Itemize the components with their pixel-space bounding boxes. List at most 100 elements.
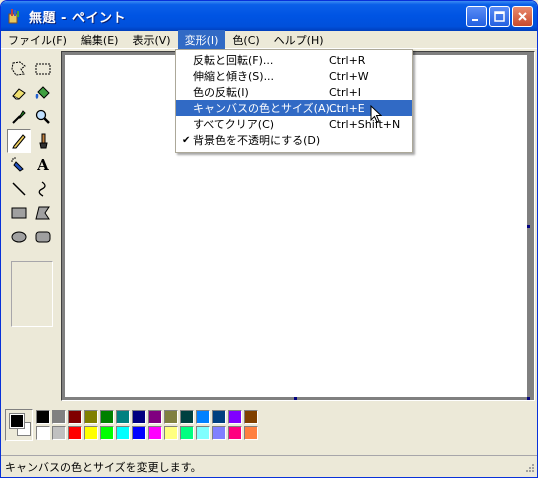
rect-select-tool[interactable] — [31, 57, 55, 81]
palette-swatch[interactable] — [148, 426, 162, 440]
menu-item-stretch-skew[interactable]: 伸縮と傾き(S)... Ctrl+W — [176, 68, 412, 84]
rectangle-tool[interactable] — [7, 201, 31, 225]
palette-swatch[interactable] — [212, 410, 226, 424]
pencil-icon — [12, 134, 26, 149]
pencil-tool[interactable] — [7, 129, 31, 153]
menu-item-label: 色の反転(I) — [193, 86, 249, 99]
palette-swatch[interactable] — [148, 410, 162, 424]
menu-image[interactable]: 変形(I) — [177, 29, 226, 50]
palette-swatch[interactable] — [84, 410, 98, 424]
free-select-tool[interactable] — [7, 57, 31, 81]
rect-select-icon — [35, 63, 51, 75]
palette-swatch[interactable] — [116, 410, 130, 424]
palette-swatch[interactable] — [52, 426, 66, 440]
menu-item-label: キャンバスの色とサイズ(A)... — [193, 102, 341, 115]
color-palette — [1, 405, 537, 453]
title-bar[interactable]: 無題 - ペイント — [1, 1, 537, 31]
palette-swatch[interactable] — [164, 426, 178, 440]
palette-swatch[interactable] — [84, 426, 98, 440]
palette-swatch[interactable] — [100, 426, 114, 440]
brush-icon — [39, 133, 48, 149]
curve-icon — [38, 181, 46, 197]
menu-item-label: 伸縮と傾き(S)... — [193, 70, 275, 83]
menu-item-label: すべてクリア(C) — [193, 118, 275, 131]
menu-colors[interactable]: 色(C) — [225, 30, 266, 50]
rounded-rect-tool[interactable] — [31, 225, 55, 249]
palette-swatch[interactable] — [228, 410, 242, 424]
resize-handle-bottom[interactable] — [294, 397, 297, 400]
menu-help[interactable]: ヘルプ(H) — [267, 30, 331, 50]
polygon-tool[interactable] — [31, 201, 55, 225]
free-select-icon — [11, 61, 26, 76]
foreground-color[interactable] — [9, 413, 25, 429]
palette-swatch[interactable] — [52, 410, 66, 424]
rectangle-icon — [11, 207, 27, 219]
palette-swatch[interactable] — [228, 426, 242, 440]
resize-handle-corner[interactable] — [527, 397, 530, 400]
resize-handle-right[interactable] — [527, 225, 530, 228]
minimize-icon — [472, 19, 478, 21]
palette-swatch[interactable] — [100, 410, 114, 424]
palette-swatch[interactable] — [244, 410, 258, 424]
line-icon — [12, 182, 26, 196]
close-button[interactable] — [512, 6, 533, 27]
color-picker-icon — [12, 110, 26, 124]
palette-swatch[interactable] — [244, 426, 258, 440]
line-tool[interactable] — [7, 177, 31, 201]
paint-app-icon — [8, 9, 19, 24]
palette-swatch[interactable] — [196, 410, 210, 424]
resize-grip-icon[interactable] — [523, 463, 535, 475]
palette-swatch[interactable] — [132, 410, 146, 424]
curve-tool[interactable] — [31, 177, 55, 201]
window-title: 無題 - ペイント — [29, 10, 126, 26]
maximize-button[interactable] — [489, 6, 510, 27]
palette-swatch[interactable] — [212, 426, 226, 440]
eraser-tool[interactable] — [7, 81, 31, 105]
maximize-icon — [494, 11, 505, 22]
palette-swatch[interactable] — [116, 426, 130, 440]
magnifier-tool[interactable] — [31, 105, 55, 129]
airbrush-tool[interactable] — [7, 153, 31, 177]
ellipse-icon — [11, 231, 27, 243]
paint-window: 無題 - ペイント ファイル(F) 編集(E) 表示(V) 変形(I) 色(C)… — [0, 0, 538, 478]
menu-item-shortcut: Ctrl+Shift+N — [329, 117, 401, 131]
menu-bar: ファイル(F) 編集(E) 表示(V) 変形(I) 色(C) ヘルプ(H) — [1, 29, 537, 50]
check-icon: ✔ — [182, 134, 191, 146]
ellipse-tool[interactable] — [7, 225, 31, 249]
palette-swatch[interactable] — [164, 410, 178, 424]
palette-swatch[interactable] — [68, 410, 82, 424]
menu-item-flip-rotate[interactable]: 反転と回転(F)... Ctrl+R — [176, 52, 412, 68]
tool-options-panel[interactable] — [11, 261, 53, 327]
palette-swatch[interactable] — [36, 410, 50, 424]
menu-edit[interactable]: 編集(E) — [74, 30, 126, 50]
current-colors[interactable] — [5, 409, 33, 441]
palette-swatch[interactable] — [68, 426, 82, 440]
color-picker-tool[interactable] — [7, 105, 31, 129]
mouse-cursor-icon — [370, 105, 382, 123]
menu-item-shortcut: Ctrl+E — [329, 101, 365, 115]
airbrush-icon — [11, 157, 24, 172]
palette-swatch[interactable] — [36, 426, 50, 440]
status-text: キャンバスの色とサイズを変更します。 — [5, 460, 202, 474]
minimize-button[interactable] — [466, 6, 487, 27]
status-bar: キャンバスの色とサイズを変更します。 — [1, 455, 537, 477]
close-icon — [518, 12, 527, 21]
palette-swatch[interactable] — [132, 426, 146, 440]
eraser-icon — [12, 88, 26, 100]
menu-item-draw-opaque[interactable]: ✔ 背景色を不透明にする(D) — [176, 132, 412, 148]
palette-swatch[interactable] — [196, 426, 210, 440]
rounded-rect-icon — [35, 231, 51, 243]
polygon-icon — [35, 206, 50, 220]
menu-item-shortcut: Ctrl+R — [329, 53, 366, 67]
menu-item-invert-colors[interactable]: 色の反転(I) Ctrl+I — [176, 84, 412, 100]
fill-tool[interactable] — [31, 81, 55, 105]
menu-file[interactable]: ファイル(F) — [1, 30, 74, 50]
image-menu-dropdown: 反転と回転(F)... Ctrl+R 伸縮と傾き(S)... Ctrl+W 色の… — [175, 49, 413, 153]
palette-swatch[interactable] — [180, 426, 194, 440]
palette-swatch[interactable] — [180, 410, 194, 424]
menu-item-label: 背景色を不透明にする(D) — [193, 134, 321, 147]
menu-item-shortcut: Ctrl+I — [329, 85, 362, 99]
brush-tool[interactable] — [31, 129, 55, 153]
menu-view[interactable]: 表示(V) — [125, 30, 177, 50]
text-tool[interactable]: A — [31, 153, 55, 177]
